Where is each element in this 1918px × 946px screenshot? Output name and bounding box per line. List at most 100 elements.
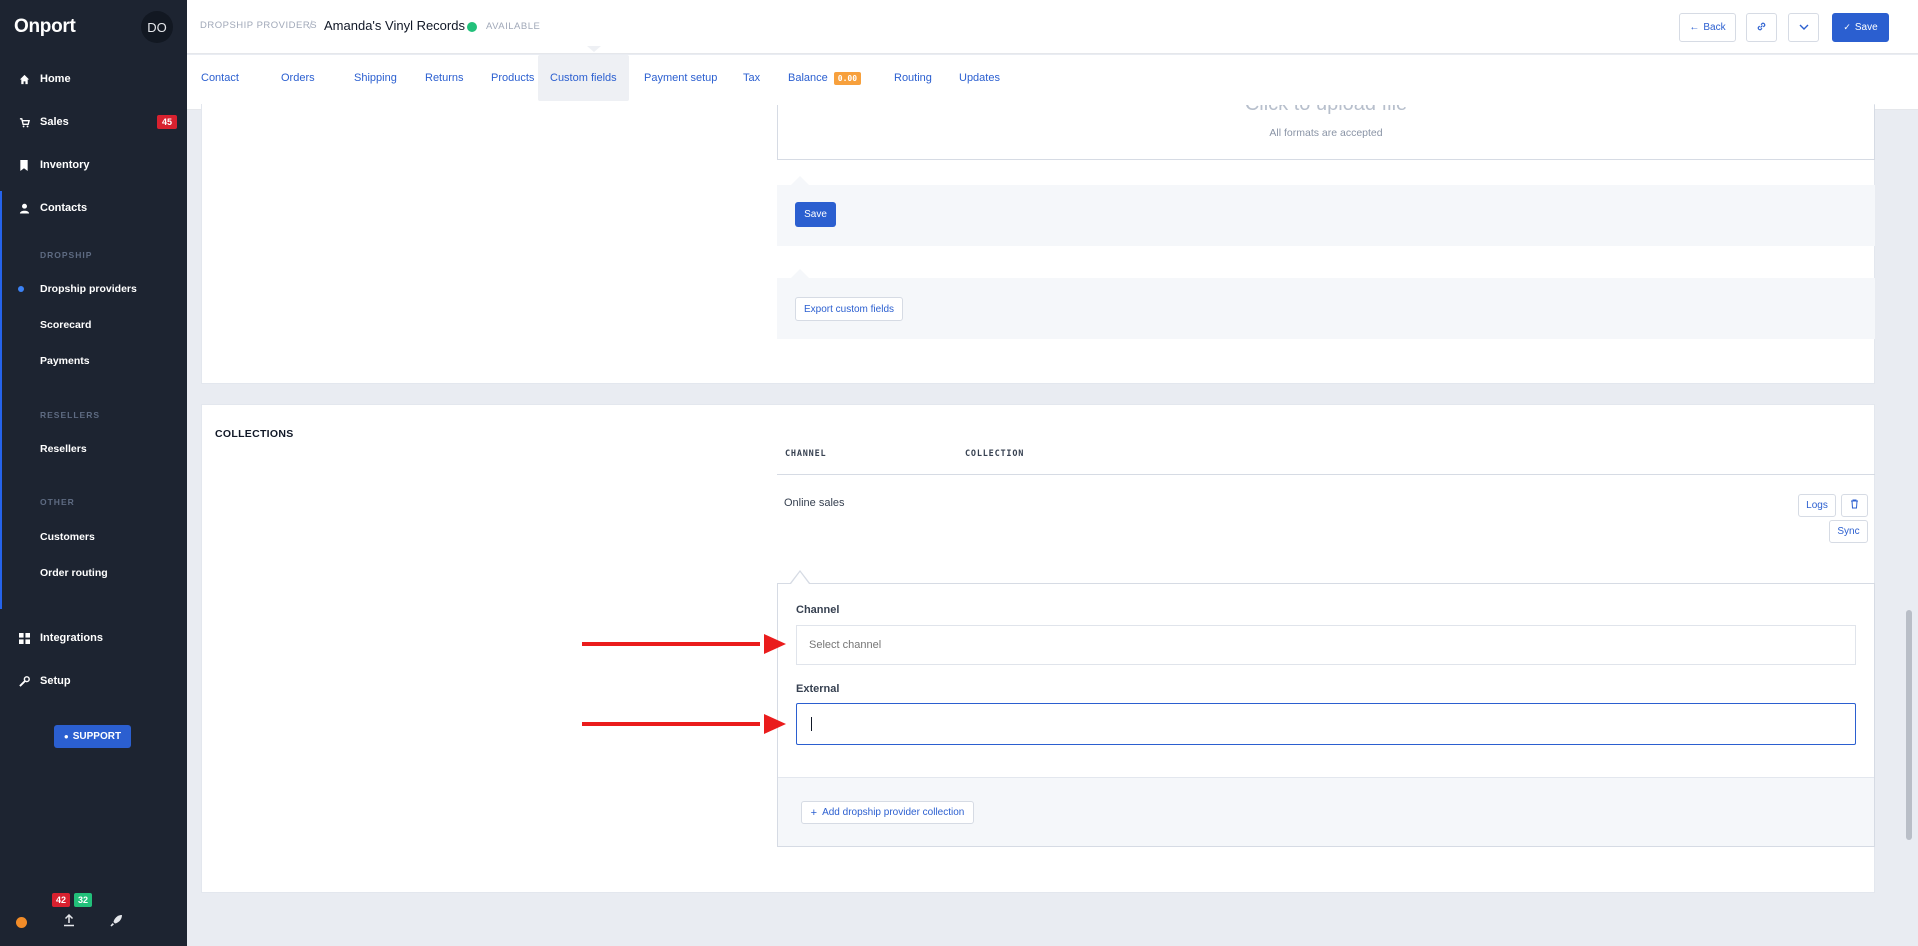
tab-contact[interactable]: Contact (189, 55, 251, 101)
page-header: DROPSHIP PROVIDERS / Amanda's Vinyl Reco… (187, 0, 1918, 54)
delete-button[interactable] (1841, 494, 1868, 517)
save-panel (777, 185, 1875, 246)
chevron-down-icon (1799, 22, 1809, 33)
active-indicator-dot (18, 286, 24, 292)
sidebar-item-resellers[interactable]: Resellers (40, 443, 87, 455)
link-icon (1756, 21, 1767, 35)
available-status-dot (467, 22, 477, 32)
file-upload-dropzone[interactable]: Click to upload file All formats are acc… (777, 105, 1875, 160)
trash-icon (1850, 499, 1859, 512)
annotation-arrow-external (582, 722, 760, 726)
add-collection-label: Add dropship provider collection (822, 807, 965, 818)
back-label: Back (1703, 22, 1726, 33)
breadcrumb-separator: / (309, 18, 313, 32)
panel-caret (791, 176, 809, 185)
panel-caret (791, 269, 809, 278)
channel-select[interactable] (796, 625, 1856, 665)
sidebar-item-label: Sales (40, 116, 69, 128)
sidebar-item-sales[interactable]: Sales 45 (0, 104, 187, 140)
plus-icon: + (810, 806, 818, 819)
notification-badge-red: 42 (52, 893, 71, 907)
sidebar-item-label: Contacts (40, 202, 88, 214)
table-cell-channel: Online sales (784, 497, 845, 509)
tab-shipping[interactable]: Shipping (342, 55, 409, 101)
active-tab-caret (587, 46, 601, 52)
sidebar-item-setup[interactable]: Setup (0, 663, 187, 699)
export-custom-fields-button[interactable]: Export custom fields (795, 297, 903, 321)
help-icon: ● (63, 732, 69, 741)
form-caret-fill (791, 572, 809, 584)
tab-returns[interactable]: Returns (413, 55, 476, 101)
sidebar-item-home[interactable]: Home (0, 61, 187, 97)
sidebar-item-inventory[interactable]: Inventory (0, 147, 187, 183)
upload-subtitle: All formats are accepted (1269, 127, 1383, 139)
export-panel (777, 278, 1875, 339)
sidebar-item-label: Home (40, 73, 71, 85)
annotation-arrow-channel (582, 642, 760, 646)
balance-badge: 0.00 (833, 71, 862, 85)
page-title: Amanda's Vinyl Records (324, 18, 465, 33)
table-divider (777, 474, 1875, 475)
tab-bar: Contact Orders Shipping Returns Products… (187, 55, 1918, 110)
upload-icon[interactable] (63, 913, 75, 930)
arrow-head-icon (764, 714, 786, 734)
rocket-icon[interactable] (110, 914, 123, 930)
logs-button[interactable]: Logs (1798, 494, 1836, 517)
support-button[interactable]: ● SUPPORT (54, 725, 131, 748)
notification-badge-green: 32 (74, 893, 93, 907)
more-actions-button[interactable] (1788, 13, 1819, 42)
sidebar-item-label: Inventory (40, 159, 90, 171)
add-collection-button[interactable]: + Add dropship provider collection (801, 801, 974, 824)
tab-balance-label: Balance (788, 72, 828, 84)
arrow-head-icon (764, 634, 786, 654)
tab-tax[interactable]: Tax (731, 55, 772, 101)
cart-icon (18, 116, 30, 128)
sidebar-item-label: Integrations (40, 632, 103, 644)
tab-routing[interactable]: Routing (882, 55, 944, 101)
custom-fields-save-button[interactable]: Save (795, 202, 836, 227)
upload-title: Click to upload file (778, 105, 1874, 116)
tab-products[interactable]: Products (479, 55, 546, 101)
save-label: Save (1854, 22, 1878, 33)
back-button[interactable]: ← Back (1679, 13, 1736, 42)
link-button[interactable] (1746, 13, 1777, 42)
column-header-channel: CHANNEL (785, 449, 827, 459)
collections-title: COLLECTIONS (215, 428, 294, 440)
grid-icon (18, 632, 30, 644)
sidebar-item-scorecard[interactable]: Scorecard (40, 319, 91, 331)
sidebar-item-order-routing[interactable]: Order routing (40, 567, 108, 579)
breadcrumb[interactable]: DROPSHIP PROVIDERS (200, 20, 317, 31)
user-icon (18, 202, 30, 214)
sync-button[interactable]: Sync (1829, 520, 1868, 543)
group-heading-dropship: DROPSHIP (40, 250, 93, 260)
bookmark-icon (18, 159, 30, 171)
status-indicator-dot[interactable] (16, 917, 27, 928)
sidebar-item-customers[interactable]: Customers (40, 531, 95, 543)
tab-orders[interactable]: Orders (269, 55, 327, 101)
sales-count-badge: 45 (156, 115, 177, 129)
sidebar-item-dropship-providers[interactable]: Dropship providers (40, 283, 137, 295)
sidebar: Onport DO Home Sales 45 Inventory Contac… (0, 0, 187, 946)
channel-label: Channel (796, 604, 840, 616)
sidebar-item-payments[interactable]: Payments (40, 355, 90, 367)
external-input[interactable] (796, 703, 1856, 745)
tab-balance[interactable]: Balance 0.00 (776, 55, 873, 101)
tab-custom-fields[interactable]: Custom fields (538, 55, 629, 101)
sidebar-item-integrations[interactable]: Integrations (0, 620, 187, 656)
scrollbar[interactable] (1906, 610, 1912, 840)
sidebar-item-contacts[interactable]: Contacts (0, 190, 187, 226)
app-logo[interactable]: Onport (14, 16, 76, 38)
tab-payment-setup[interactable]: Payment setup (632, 55, 729, 101)
text-cursor (811, 717, 812, 731)
group-heading-other: OTHER (40, 497, 75, 507)
support-label: SUPPORT (72, 731, 122, 742)
home-icon (18, 73, 30, 85)
external-label: External (796, 683, 840, 695)
arrow-left-icon: ← (1689, 22, 1700, 33)
header-save-button[interactable]: ✓ Save (1832, 13, 1889, 42)
status-badge: AVAILABLE (486, 21, 541, 32)
avatar[interactable]: DO (141, 11, 173, 43)
group-heading-resellers: RESELLERS (40, 410, 101, 420)
sidebar-header: Onport DO (0, 0, 187, 54)
tab-updates[interactable]: Updates (947, 55, 1012, 101)
